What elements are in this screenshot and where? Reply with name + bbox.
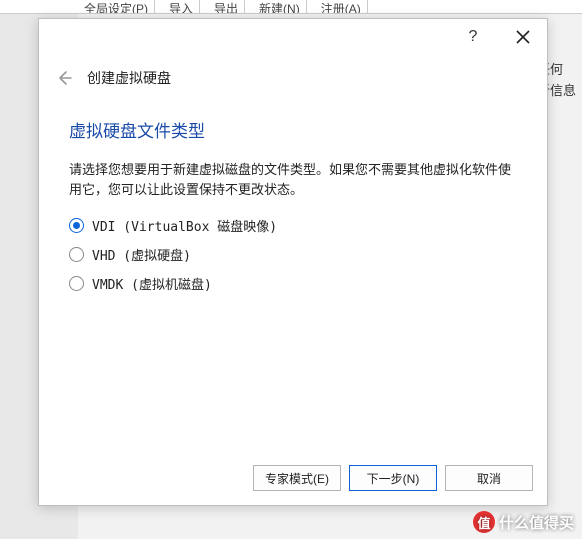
expert-mode-button[interactable]: 专家模式(E) xyxy=(253,465,341,491)
close-icon xyxy=(516,30,530,44)
dialog-header: 创建虚拟硬盘 xyxy=(39,55,547,99)
radio-option-vdi[interactable]: VDI (VirtualBox 磁盘映像) xyxy=(69,216,517,235)
dialog-footer: 专家模式(E) 下一步(N) 取消 xyxy=(39,455,547,505)
section-title: 虚拟硬盘文件类型 xyxy=(69,117,517,142)
watermark: 值 什么值得买 xyxy=(473,511,574,533)
toolbar-item[interactable]: 注册(A) xyxy=(315,0,368,14)
toolbar-item[interactable]: 导入 xyxy=(163,0,200,14)
close-button[interactable] xyxy=(507,23,539,51)
radio-option-vhd[interactable]: VHD (虚拟硬盘) xyxy=(69,245,517,264)
dialog-title: 创建虚拟硬盘 xyxy=(87,68,171,88)
radio-label: VMDK (虚拟机磁盘) xyxy=(92,274,212,293)
radio-label: VHD (虚拟硬盘) xyxy=(92,245,191,264)
cancel-button[interactable]: 取消 xyxy=(445,465,533,491)
radio-icon xyxy=(69,247,84,262)
toolbar-item[interactable]: 导出 xyxy=(208,0,245,14)
next-button[interactable]: 下一步(N) xyxy=(349,465,437,491)
toolbar-item[interactable]: 全局设定(P) xyxy=(78,0,155,14)
create-virtual-disk-dialog: ? 创建虚拟硬盘 虚拟硬盘文件类型 请选择您想要用于新建虚拟磁盘的文件类型。如果… xyxy=(38,18,548,506)
dialog-titlebar: ? xyxy=(39,19,547,55)
watermark-text: 什么值得买 xyxy=(499,512,574,533)
help-button[interactable]: ? xyxy=(457,23,489,51)
toolbar-item[interactable]: 新建(N) xyxy=(253,0,307,14)
background-toolbar: 全局设定(P) 导入 导出 新建(N) 注册(A) xyxy=(0,0,582,14)
help-icon: ? xyxy=(469,28,478,46)
section-description: 请选择您想要用于新建虚拟磁盘的文件类型。如果您不需要其他虚拟化软件使用它，您可以… xyxy=(69,160,517,200)
radio-icon xyxy=(69,276,84,291)
radio-icon xyxy=(69,218,84,233)
watermark-badge: 值 xyxy=(473,511,495,533)
radio-label: VDI (VirtualBox 磁盘映像) xyxy=(92,216,277,235)
disk-type-radio-group: VDI (VirtualBox 磁盘映像) VHD (虚拟硬盘) VMDK (虚… xyxy=(69,216,517,293)
arrow-left-icon xyxy=(56,70,72,86)
back-button[interactable] xyxy=(51,65,77,91)
dialog-content: 虚拟硬盘文件类型 请选择您想要用于新建虚拟磁盘的文件类型。如果您不需要其他虚拟化… xyxy=(39,99,547,455)
radio-option-vmdk[interactable]: VMDK (虚拟机磁盘) xyxy=(69,274,517,293)
